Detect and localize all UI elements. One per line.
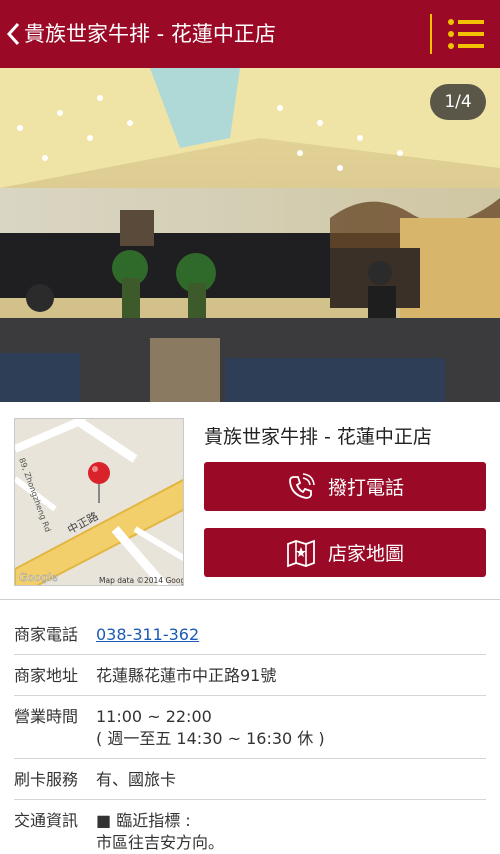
- back-button[interactable]: [4, 16, 26, 52]
- detail-label: 營業時間: [14, 707, 79, 726]
- store-details: 商家電話 038-311-362 商家地址 花蓮縣花蓮市中正路91號 營業時間 …: [14, 614, 486, 854]
- detail-label: 商家電話: [14, 625, 79, 644]
- detail-row-address: 商家地址 花蓮縣花蓮市中正路91號: [14, 655, 486, 696]
- menu-icon: [448, 19, 484, 49]
- photo-counter: 1/4: [430, 84, 486, 120]
- detail-row-transport: 交通資訊 ■ 臨近指標 : 市區往吉安方向。: [14, 800, 486, 854]
- restaurant-interior-image: [0, 68, 500, 402]
- header-divider: [430, 14, 432, 54]
- store-info-card: 中正路 89, Zhongzheng Rd Google Map data ©2…: [0, 402, 500, 600]
- map-thumbnail[interactable]: 中正路 89, Zhongzheng Rd Google Map data ©2…: [14, 418, 184, 586]
- detail-label: 交通資訊: [14, 811, 79, 830]
- phone-number-link[interactable]: 038-311-362: [96, 625, 199, 644]
- store-name: 貴族世家牛排 - 花蓮中正店: [204, 426, 432, 448]
- store-map-button[interactable]: 店家地圖: [204, 528, 486, 577]
- address-value: 花蓮縣花蓮市中正路91號: [96, 666, 277, 685]
- transport-heading: ■ 臨近指標 :: [96, 811, 191, 830]
- map-attribution: Map data ©2014 Google: [99, 576, 184, 585]
- transport-value: 市區往吉安方向。: [96, 833, 225, 852]
- phone-icon: [289, 472, 315, 499]
- card-service-value: 有、國旅卡: [96, 770, 177, 789]
- page-title: 貴族世家牛排 - 花蓮中正店: [24, 22, 276, 46]
- store-photo[interactable]: [0, 68, 500, 402]
- detail-label: 刷卡服務: [14, 770, 79, 789]
- detail-row-hours: 營業時間 11:00 ~ 22:00 ( 週一至五 14:30 ~ 16:30 …: [14, 696, 486, 759]
- map-book-icon: [287, 539, 315, 567]
- store-map-button-label: 店家地圖: [327, 543, 404, 565]
- detail-label: 商家地址: [14, 666, 79, 685]
- detail-row-phone: 商家電話 038-311-362: [14, 614, 486, 655]
- menu-button[interactable]: [446, 16, 486, 52]
- call-button-label: 撥打電話: [327, 477, 404, 499]
- hours-note: ( 週一至五 14:30 ~ 16:30 休 ): [96, 729, 325, 748]
- street-map-image: 中正路 89, Zhongzheng Rd Google Map data ©2…: [15, 419, 184, 585]
- google-logo: Google: [19, 571, 58, 584]
- call-button[interactable]: 撥打電話: [204, 462, 486, 511]
- hours-value: 11:00 ~ 22:00: [96, 707, 212, 726]
- chevron-left-icon: [6, 22, 20, 46]
- app-header: 貴族世家牛排 - 花蓮中正店: [0, 0, 500, 68]
- detail-row-card: 刷卡服務 有、國旅卡: [14, 759, 486, 800]
